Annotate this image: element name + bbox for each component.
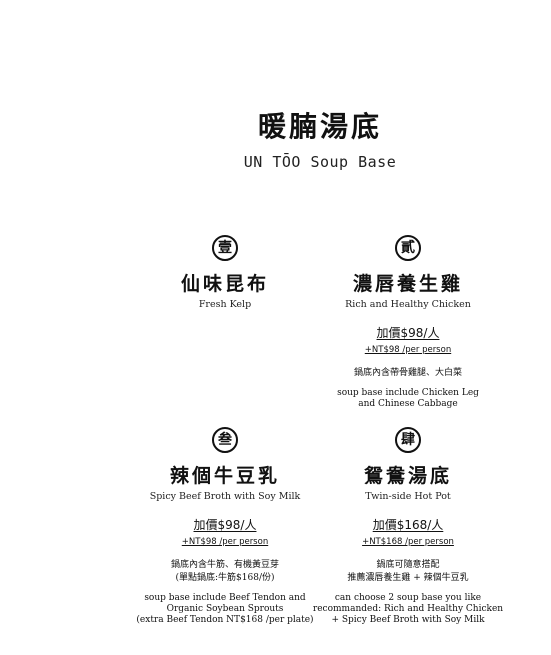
description-en-line: and Chinese Cabbage [358,399,458,409]
page-title: 暖腩湯底 [257,110,382,143]
description-en-line: can choose 2 soup base you like [334,593,482,603]
soup-name-zh: 鴛鴦湯底 [363,465,452,487]
description-zh: 鍋底內含帶骨雞腿、大白菜 [298,367,518,380]
price-sub-label: +NT$168 /per person [362,537,454,547]
menu-header: 暖腩湯底 UN TŌO Soup Base [0,105,551,171]
price-label: 加價$168/人 [372,518,444,532]
soup-name-en: Rich and Healthy Chicken [345,299,471,310]
numeral-badge: 肆 [395,427,421,453]
description-zh-line: 鍋底內含帶骨雞腿、大白菜 [353,368,462,378]
price-sub-label: +NT$98 /per person [364,345,452,355]
description-en: can choose 2 soup base you like recomman… [298,593,518,626]
soup-item-twin-side: 肆 鴛鴦湯底 Twin-side Hot Pot 加價$168/人 +NT$16… [298,427,518,626]
numeral-badge: 貳 [395,235,421,261]
soup-name-zh: 濃唇養生雞 [352,273,463,295]
description-en: soup base include Chicken Leg and Chines… [298,388,518,410]
description-zh: 鍋底可隨意搭配 推薦濃唇養生雞 + 辣個牛豆乳 [298,559,518,585]
description-zh-line: 推薦濃唇養生雞 + 辣個牛豆乳 [347,573,469,583]
soup-item-healthy-chicken: 貳 濃唇養生雞 Rich and Healthy Chicken 加價$98/人… [298,235,518,410]
description-en-line: soup base include Chicken Leg [337,388,479,398]
numeral-badge: 壹 [212,235,238,261]
price-label: 加價$98/人 [376,326,440,340]
soup-name-en: Twin-side Hot Pot [365,491,451,502]
description-en-line: + Spicy Beef Broth with Soy Milk [331,615,485,625]
description-zh-line: 鍋底可隨意搭配 [376,560,440,570]
numeral-badge: 叁 [212,427,238,453]
page-subtitle: UN TŌO Soup Base [243,153,397,171]
description-en-line: recommanded: Rich and Healthy Chicken [312,604,504,614]
